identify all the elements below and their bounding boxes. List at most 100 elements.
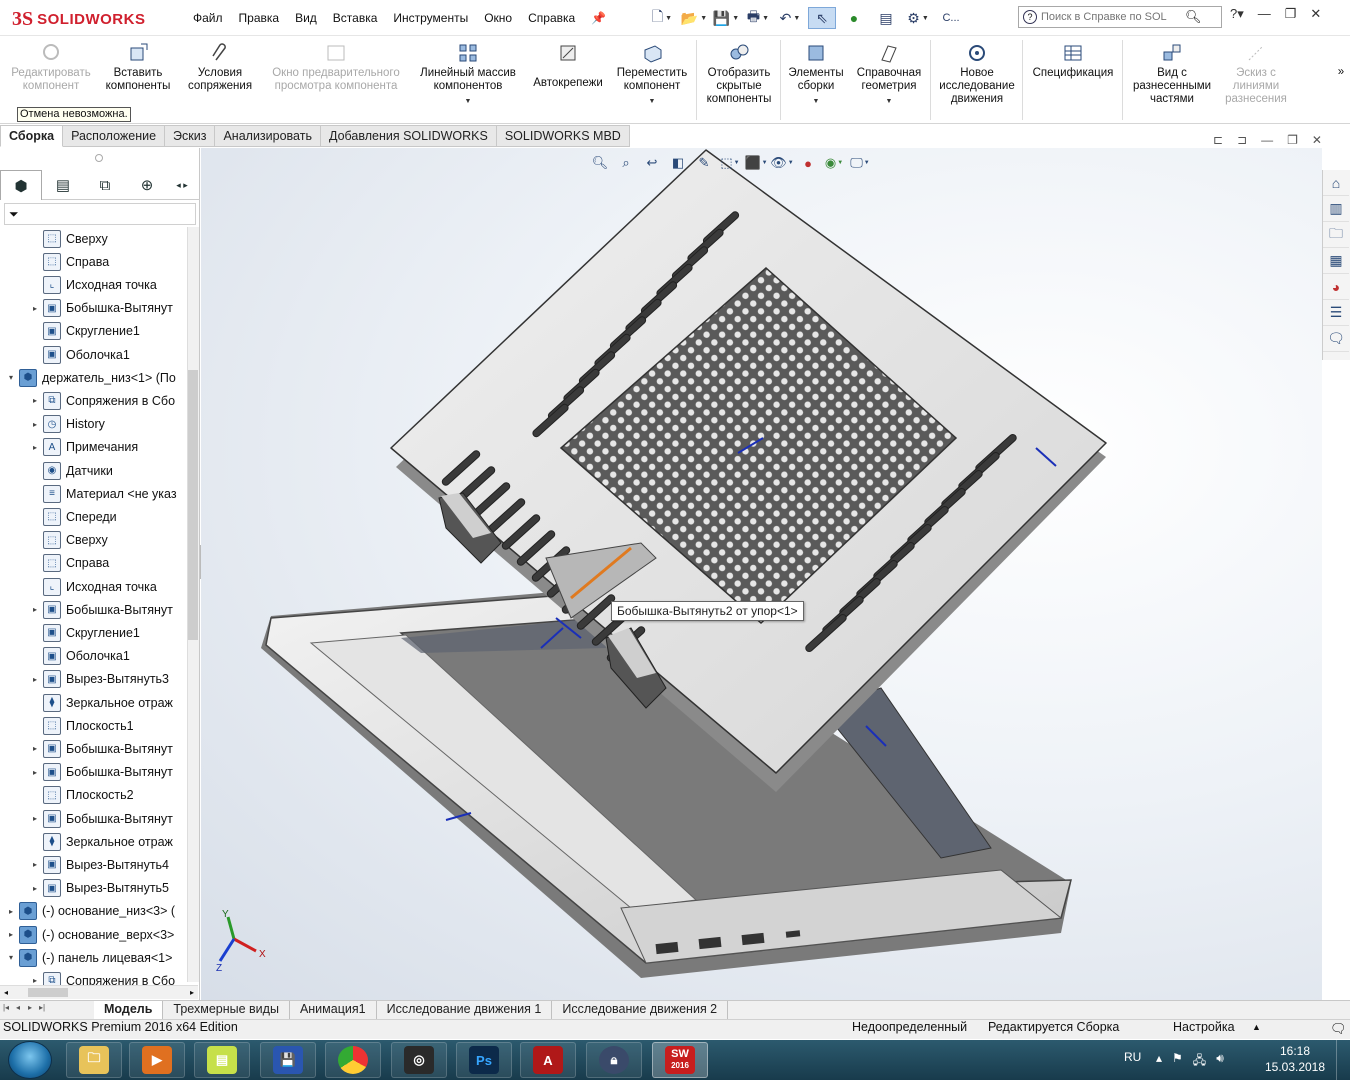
save-icon[interactable]: 💾 ▼ (712, 7, 740, 29)
solidworks-logo[interactable]: 3S SOLIDWORKS (12, 4, 162, 34)
menu-edit[interactable]: Правка (231, 9, 288, 27)
menu-help[interactable]: Справка (520, 9, 583, 27)
tree-item[interactable]: ▸ ▣ Бобышка-Вытянут (30, 598, 173, 621)
print-icon[interactable]: 🖶 ▼ (744, 7, 772, 29)
tree-item[interactable]: ▸ ◷ History (30, 413, 105, 436)
first-tab-arrow-icon[interactable]: |◂ (0, 1003, 12, 1017)
edit-appearance-icon[interactable]: ● (798, 153, 818, 173)
viewport-split-left-icon[interactable]: ⊏ (1213, 133, 1223, 147)
volume-icon[interactable]: 🔊︎ (1216, 1051, 1224, 1072)
preview-window-button[interactable]: Окно предварительного просмотра компонен… (263, 42, 409, 122)
tree-expand-icon[interactable]: ▾ (6, 373, 16, 382)
tree-expand-icon[interactable]: ▸ (30, 675, 40, 684)
view-palette-icon[interactable]: ▦ (1323, 248, 1349, 274)
tree-expand-icon[interactable]: ▸ (30, 744, 40, 753)
tree-item[interactable]: ▸ ⬢ (-) основание_низ<3> ( (6, 900, 175, 923)
tree-expand-icon[interactable]: ▸ (30, 605, 40, 614)
tree-expand-icon[interactable]: ▸ (30, 396, 40, 405)
tree-item[interactable]: ⬚ Справа (30, 552, 109, 575)
help-search-input[interactable] (1041, 11, 1181, 23)
tab-animation1[interactable]: Анимация1 (290, 1001, 377, 1019)
tree-item[interactable]: ⬚ Плоскость2 (30, 784, 134, 807)
tree-item[interactable]: ▸ A Примечания (30, 436, 138, 459)
tab-model[interactable]: Модель (94, 1001, 164, 1019)
file-explorer-icon[interactable]: 🗀 (1323, 222, 1349, 248)
tree-item[interactable]: ◉ Датчики (30, 459, 113, 482)
apply-scene-icon[interactable]: ◉ ▼ (824, 153, 844, 173)
tree-item[interactable]: ⌞ Исходная точка (30, 575, 157, 598)
tab-addins[interactable]: Добавления SOLIDWORKS (320, 125, 497, 147)
home-icon[interactable]: ⌂ (1323, 170, 1349, 196)
menu-window[interactable]: Окно (476, 9, 520, 27)
dropdown-arrow-icon[interactable]: ▼ (649, 95, 656, 108)
custom-arrow-icon[interactable]: ▲ (1252, 1022, 1261, 1032)
dropdown-arrow-icon[interactable]: ▼ (886, 95, 893, 108)
tab-motion-study-1[interactable]: Исследование движения 1 (377, 1001, 553, 1019)
taskbar-media-player[interactable]: ▶ (129, 1042, 185, 1078)
display-style-icon[interactable]: ⬛ ▼ (744, 153, 767, 173)
taskbar-sticky-notes[interactable]: ▤ (194, 1042, 250, 1078)
minimize-icon[interactable]: — (1258, 6, 1271, 22)
tray-expand-icon[interactable]: ▴ (1156, 1051, 1162, 1072)
viewport-minimize-icon[interactable]: — (1261, 133, 1273, 147)
tree-item[interactable]: ⬚ Спереди (30, 505, 117, 528)
feature-tree-tab-icon[interactable]: ⬢ (0, 170, 42, 200)
network-icon[interactable]: 🖧 (1193, 1051, 1206, 1072)
dropdown-arrow-icon[interactable]: ▼ (813, 95, 820, 108)
chat-bubble-icon[interactable]: 🗨 (1330, 1021, 1347, 1037)
help-menu-icon[interactable]: ?▾ (1230, 6, 1244, 22)
previous-view-icon[interactable]: ↩ (642, 153, 662, 173)
tree-expand-icon[interactable]: ▸ (30, 443, 40, 452)
options-gear-icon[interactable]: ⚙ ▼ (904, 7, 932, 29)
viewport-close-icon[interactable]: ✕ (1312, 133, 1322, 147)
dropdown-arrow-icon[interactable]: ▼ (465, 95, 472, 108)
tree-horizontal-scrollbar[interactable]: ◂ ▸ (0, 985, 198, 999)
tree-item[interactable]: ▣ Скругление1 (30, 621, 140, 644)
tree-item[interactable]: ≡ Материал <не указ (30, 482, 177, 505)
tab-layout[interactable]: Расположение (63, 125, 166, 147)
view-orientation-icon[interactable]: ⬚ ▼ (720, 153, 740, 173)
input-language[interactable]: RU (1124, 1050, 1141, 1064)
tab-assembly[interactable]: Сборка (0, 125, 64, 147)
show-desktop-button[interactable] (1336, 1040, 1350, 1080)
section-view-icon[interactable]: ◧ (668, 153, 688, 173)
tree-expand-icon[interactable]: ▸ (30, 884, 40, 893)
viewport-split-right-icon[interactable]: ⊐ (1237, 133, 1247, 147)
tree-item[interactable]: ▸ ⬢ (-) основание_верх<3> (6, 923, 174, 946)
tree-expand-icon[interactable]: ▸ (30, 860, 40, 869)
open-icon[interactable]: 📂 ▼ (680, 7, 708, 29)
linear-pattern-button[interactable]: Линейный массив компонентов ▼ (412, 42, 524, 122)
design-library-icon[interactable]: ▥ (1323, 196, 1349, 222)
new-motion-study-button[interactable]: Новое исследование движения (934, 42, 1020, 122)
taskbar-chrome[interactable] (325, 1042, 381, 1078)
tree-item[interactable]: ▸ ▣ Вырез-Вытянуть3 (30, 668, 169, 691)
menu-tools[interactable]: Инструменты (385, 9, 476, 27)
file-properties-icon[interactable]: ▤ (872, 7, 900, 29)
taskbar-save-app[interactable]: 💾 (260, 1042, 316, 1078)
bom-button[interactable]: Спецификация (1026, 42, 1120, 122)
tree-item[interactable]: ▸ ▣ Бобышка-Вытянут (30, 297, 173, 320)
tab-sketch[interactable]: Эскиз (165, 125, 216, 147)
horizontal-scroll-thumb[interactable] (28, 988, 69, 997)
zoom-to-fit-icon[interactable]: 🔍︎ (590, 153, 610, 173)
search-icon[interactable]: 🔍︎ (1185, 9, 1202, 25)
menu-insert[interactable]: Вставка (325, 9, 386, 27)
laptop-stand-3d-model[interactable] (201, 148, 1322, 1000)
dimxpert-tab-icon[interactable]: ⊕ (126, 170, 168, 200)
tree-expand-icon[interactable]: ▸ (30, 304, 40, 313)
tree-item[interactable]: ⧫ Зеркальное отраж (30, 691, 173, 714)
configuration-manager-tab-icon[interactable]: ⧉ (84, 170, 126, 200)
tree-expand-icon[interactable]: ▸ (6, 930, 16, 939)
tree-scroll-thumb[interactable] (188, 370, 198, 640)
tree-item[interactable]: ▸ ▣ Бобышка-Вытянут (30, 737, 173, 760)
explode-line-sketch-button[interactable]: Эскиз с линиями разнесения (1220, 42, 1292, 122)
zoom-to-area-icon[interactable]: ⌕ (616, 153, 636, 173)
select-arrow-icon[interactable]: ⇖ (808, 7, 836, 29)
scroll-left-arrow-icon[interactable]: ◂ (4, 988, 8, 997)
windows-start-button[interactable] (8, 1041, 52, 1079)
taskbar-explorer[interactable]: 🗀 (66, 1042, 122, 1078)
tree-item[interactable]: ▾ ⬢ (-) панель лицевая<1> (6, 946, 172, 969)
tree-item[interactable]: ⬚ Плоскость1 (30, 714, 134, 737)
appearances-icon[interactable]: ◕ (1323, 274, 1349, 300)
tree-expand-icon[interactable]: ▸ (6, 907, 16, 916)
